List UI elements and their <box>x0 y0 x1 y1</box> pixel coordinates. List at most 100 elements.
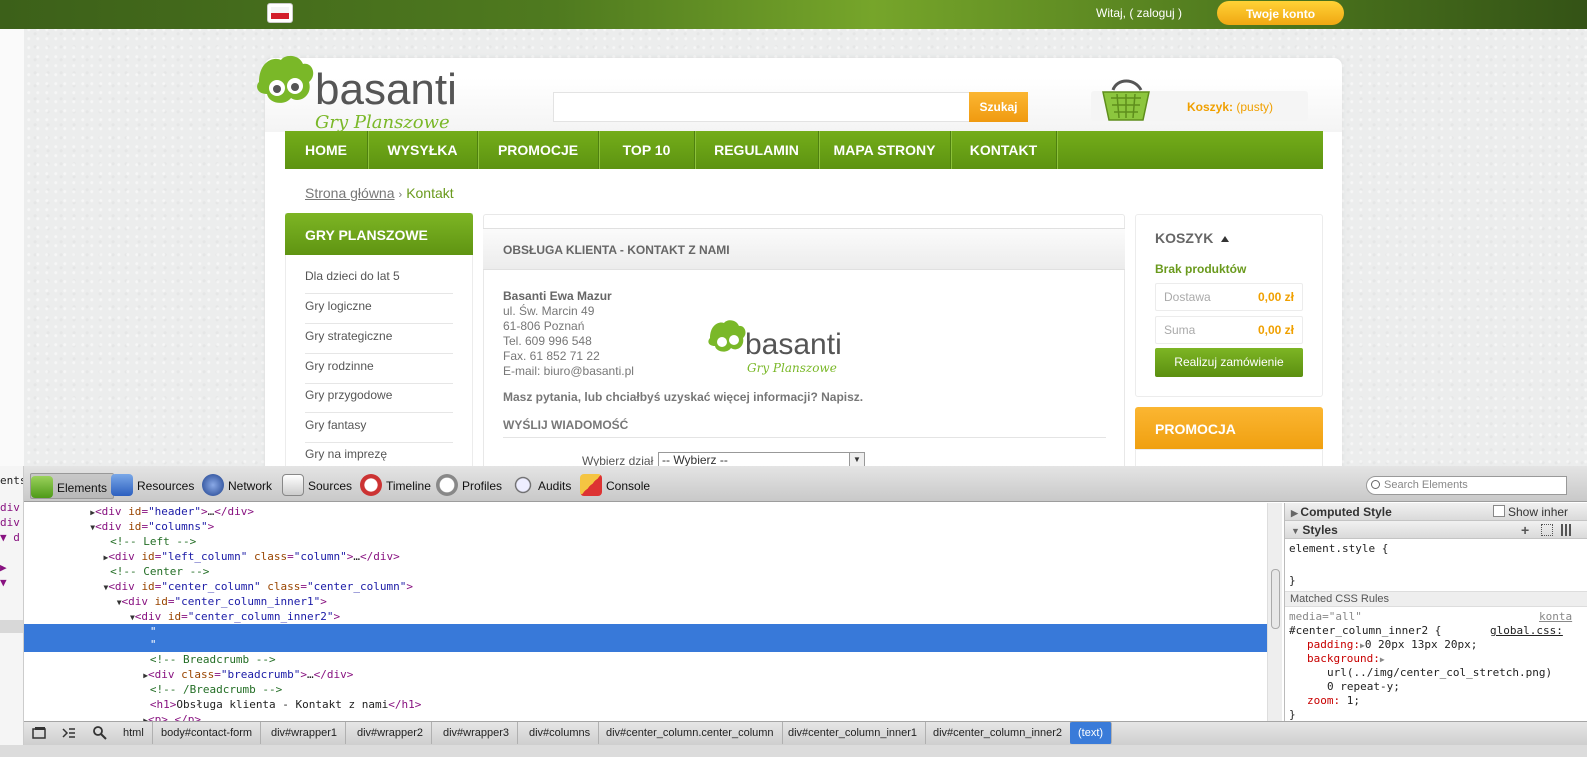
tab-sources[interactable]: Sources <box>282 472 352 498</box>
breadcrumb-home-link[interactable]: Strona główna <box>305 185 395 201</box>
dom-line[interactable]: <h1>Obsługa klienta - Kontakt z nami</h1… <box>24 697 1267 712</box>
tab-console[interactable]: Console <box>580 472 650 498</box>
css-property[interactable]: zoom: <box>1307 694 1340 707</box>
search-button[interactable]: Szukaj <box>969 92 1028 122</box>
element-state-icon[interactable] <box>1541 524 1553 536</box>
bg-text: ▶ <box>0 561 7 574</box>
timeline-icon <box>360 474 382 496</box>
chevron-down-icon[interactable]: ▼ <box>849 453 864 467</box>
dom-line[interactable]: <!-- /Breadcrumb --> <box>24 682 1267 697</box>
devtools-background-pane: ents div i div ▼ d ▶ ▼ <box>0 466 24 757</box>
breadcrumb-node-wrapper3[interactable]: div#wrapper3 <box>435 722 519 744</box>
tab-resources[interactable]: Resources <box>111 472 194 498</box>
element-style-rule[interactable]: element.style { <box>1289 542 1388 555</box>
dom-line-selected[interactable]: " " <box>24 624 1267 652</box>
css-value[interactable]: url(../img/center_col_stretch.png) <box>1327 666 1552 679</box>
breadcrumb-node-wrapper1[interactable]: div#wrapper1 <box>263 722 347 744</box>
css-property[interactable]: padding: <box>1307 638 1360 651</box>
breadcrumb-node-body[interactable]: body#contact-form <box>153 722 262 744</box>
tab-audits[interactable]: Audits <box>512 472 571 498</box>
tab-label: Network <box>228 479 273 493</box>
tab-timeline[interactable]: Timeline <box>360 472 431 498</box>
css-source-link[interactable]: global.css: <box>1490 624 1563 637</box>
dom-line[interactable]: ▼<div id="center_column_inner2"> <box>24 609 1267 624</box>
collapse-arrow-icon[interactable] <box>1221 236 1230 243</box>
search-icon <box>1371 480 1380 489</box>
dom-line[interactable]: ▼<div id="center_column_inner1"> <box>24 594 1267 609</box>
css-url-value[interactable]: url(../img/center_col_stretch.png) <box>1327 666 1552 679</box>
category-link[interactable]: Dla dzieci do lat 5 <box>305 264 453 294</box>
welcome-login-link[interactable]: Witaj, ( zaloguj ) <box>1096 6 1182 20</box>
dom-line[interactable]: ▼<div id="center_column" class="center_c… <box>24 579 1267 594</box>
account-button[interactable]: Twoje konto <box>1217 1 1344 25</box>
dom-line[interactable]: ▶<div id="left_column" class="column">…<… <box>24 549 1267 564</box>
language-flag-icon[interactable] <box>267 3 293 23</box>
cart-panel-title[interactable]: KOSZYK <box>1155 230 1230 246</box>
send-message-title: WYŚLIJ WIADOMOŚĆ <box>503 418 629 432</box>
css-value[interactable]: 0 20px 13px 20px; <box>1365 638 1478 651</box>
tab-elements[interactable]: Elements <box>30 473 115 499</box>
nav-terms[interactable]: REGULAMIN <box>695 131 819 169</box>
breadcrumb-node-text[interactable]: (text) <box>1070 722 1113 744</box>
dom-line[interactable]: <!-- Left --> <box>24 534 1267 549</box>
css-value[interactable]: 1; <box>1347 694 1360 707</box>
left-strip <box>0 29 24 466</box>
collapse-arrow-icon[interactable]: ▼ <box>1291 526 1302 536</box>
company-name: Basanti Ewa Mazur <box>503 289 612 303</box>
expand-arrow-icon[interactable]: ▶ <box>1380 655 1385 664</box>
breadcrumb-node-wrapper2[interactable]: div#wrapper2 <box>349 722 433 744</box>
breadcrumb-node-inner1[interactable]: div#center_column_inner1 <box>780 722 927 744</box>
dom-tree[interactable]: ▶<div id="header">…</div> ▼<div id="colu… <box>24 503 1267 721</box>
css-property[interactable]: background: <box>1307 652 1380 665</box>
bg-text: ents <box>0 474 24 487</box>
dock-icon[interactable] <box>31 725 47 741</box>
dom-line[interactable]: <!-- Breadcrumb --> <box>24 652 1267 667</box>
console-toggle-icon[interactable] <box>61 725 77 741</box>
category-link[interactable]: Gry strategiczne <box>305 324 453 354</box>
category-link[interactable]: Gry rodzinne <box>305 354 453 384</box>
toggle-icon[interactable] <box>1561 524 1573 536</box>
category-link[interactable]: Gry fantasy <box>305 413 453 443</box>
dom-scrollbar[interactable] <box>1267 503 1282 721</box>
nav-home[interactable]: HOME <box>285 131 368 169</box>
category-link[interactable]: Gry logiczne <box>305 294 453 324</box>
breadcrumb-node-inner2[interactable]: div#center_column_inner2 <box>925 722 1072 744</box>
css-value[interactable]: 0 repeat-y; <box>1327 680 1400 693</box>
nav-top10[interactable]: TOP 10 <box>599 131 695 169</box>
show-inherited-checkbox[interactable] <box>1493 505 1505 517</box>
add-rule-icon[interactable]: + <box>1521 521 1529 539</box>
header-cart-label[interactable]: Koszyk: (pusty) <box>1187 100 1273 114</box>
source-link[interactable]: konta <box>1539 610 1572 623</box>
shopping-basket-icon[interactable] <box>1099 76 1153 124</box>
styles-header[interactable]: ▼ Styles + <box>1285 521 1587 539</box>
breadcrumb-node-center-column[interactable]: div#center_column.center_column <box>598 722 783 744</box>
tab-network[interactable]: Network <box>202 472 272 498</box>
bg-text: div i <box>0 501 23 514</box>
dom-line[interactable]: ▶<div id="header">…</div> <box>24 504 1267 519</box>
computed-style-header[interactable]: ▶ Computed Style Show inher <box>1285 503 1587 521</box>
basanti-logo[interactable]: basanti Gry Planszowe <box>255 52 465 134</box>
breadcrumb-node-columns[interactable]: div#columns <box>521 722 600 744</box>
dom-line[interactable]: <!-- Center --> <box>24 564 1267 579</box>
dom-line[interactable]: ▶<p>…</p> <box>24 712 1267 721</box>
cart-status: (pusty) <box>1236 100 1274 114</box>
nav-shipping[interactable]: WYSYŁKA <box>368 131 478 169</box>
tab-profiles[interactable]: Profiles <box>436 472 502 498</box>
checkout-button[interactable]: Realizuj zamówienie <box>1155 348 1303 377</box>
address-email: E-mail: biuro@basanti.pl <box>503 364 634 378</box>
search-elements-input[interactable]: Search Elements <box>1366 476 1567 495</box>
dom-line[interactable]: ▶<div class="breadcrumb">…</div> <box>24 667 1267 682</box>
nav-promotions[interactable]: PROMOCJE <box>478 131 599 169</box>
nav-contact[interactable]: KONTAKT <box>951 131 1057 169</box>
search-placeholder: Search Elements <box>1384 479 1468 491</box>
nav-sitemap[interactable]: MAPA STRONY <box>819 131 951 169</box>
search-input[interactable] <box>553 92 971 122</box>
css-selector[interactable]: #center_column_inner2 { <box>1289 624 1441 637</box>
dom-line[interactable]: ▼<div id="columns"> <box>24 519 1267 534</box>
breadcrumb-node-html[interactable]: html <box>115 722 153 744</box>
scrollbar-thumb[interactable] <box>1271 569 1280 629</box>
expand-arrow-icon[interactable]: ▶ <box>1291 508 1300 518</box>
inspect-search-icon[interactable] <box>92 725 108 741</box>
category-link[interactable]: Gry przygodowe <box>305 383 453 413</box>
categories-title: GRY PLANSZOWE <box>285 213 473 255</box>
